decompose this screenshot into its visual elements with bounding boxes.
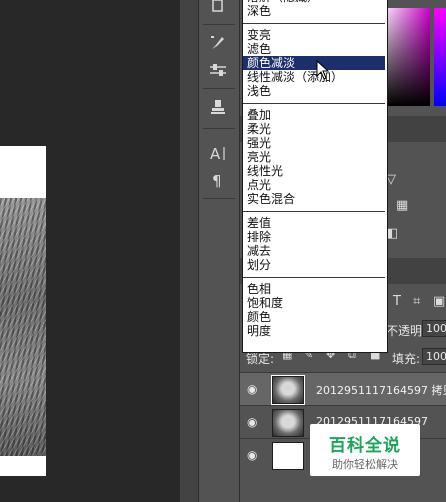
svg-text:¶: ¶ xyxy=(212,172,222,188)
visibility-eye-icon[interactable]: ◉ xyxy=(247,382,257,396)
layer-name: 2012951117164597 拷贝 xyxy=(316,384,446,397)
blend-mode-option[interactable]: 实色混合 xyxy=(243,192,385,206)
shape-filter-icon[interactable]: ⌗ xyxy=(413,294,420,309)
blend-mode-option[interactable]: 线性减淡（添加） xyxy=(243,70,385,84)
visibility-eye-icon[interactable]: ◉ xyxy=(247,415,257,429)
blend-mode-option[interactable]: 亮光 xyxy=(243,150,385,164)
blend-mode-option[interactable]: 线性光 xyxy=(243,164,385,178)
clone-stamp-icon[interactable] xyxy=(207,97,229,117)
blend-mode-option[interactable]: 颜色减淡 xyxy=(243,56,385,70)
grid-icon[interactable]: ▦ xyxy=(396,198,408,213)
fill-label: 填充: xyxy=(392,352,421,366)
fill-input[interactable]: 100% xyxy=(422,348,446,365)
photo-image xyxy=(0,198,46,456)
smart-object-filter-icon[interactable]: ▣ xyxy=(433,294,445,309)
panel-gutter xyxy=(180,0,198,502)
layer-thumbnail xyxy=(272,409,304,437)
layer-thumbnail xyxy=(272,442,304,470)
watermark-logo: 百科全说 助你轻松解决 xyxy=(310,424,420,476)
brush-preset-icon[interactable] xyxy=(207,60,229,80)
blend-mode-option[interactable]: 变亮 xyxy=(243,28,385,42)
menu-separator xyxy=(243,211,385,212)
layer-row[interactable]: ◉ 2012951117164597 拷贝 xyxy=(240,372,446,405)
menu-separator xyxy=(243,277,385,278)
blend-mode-option[interactable]: 叠加 xyxy=(243,108,385,122)
blend-mode-option[interactable]: 明度 xyxy=(243,324,385,338)
layer-thumbnail xyxy=(271,375,305,405)
hue-slider[interactable] xyxy=(434,8,446,106)
blend-mode-option[interactable]: 排除 xyxy=(243,230,385,244)
brush-icon[interactable] xyxy=(207,33,229,53)
blend-mode-option[interactable]: 点光 xyxy=(243,178,385,192)
blend-mode-option[interactable]: 色相 xyxy=(243,282,385,296)
blend-mode-option[interactable]: 柔光 xyxy=(243,122,385,136)
tool-strip: A ¶ xyxy=(198,0,240,502)
watermark-title: 百科全说 xyxy=(329,436,401,456)
blend-mode-option[interactable]: 滤色 xyxy=(243,42,385,56)
blend-mode-option[interactable]: 深色 xyxy=(243,4,385,18)
blend-mode-option[interactable]: 饱和度 xyxy=(243,296,385,310)
blend-mode-dropdown[interactable]: 溶解（隐藏）深色变亮滤色颜色减淡线性减淡（添加）浅色叠加柔光强光亮光线性光点光实… xyxy=(242,0,388,353)
svg-text:A: A xyxy=(210,145,221,161)
blend-mode-option[interactable]: 划分 xyxy=(243,258,385,272)
blend-mode-option[interactable]: 颜色 xyxy=(243,310,385,324)
opacity-input[interactable]: 100% xyxy=(422,320,446,337)
character-panel-icon[interactable]: A xyxy=(207,143,229,163)
blend-mode-option[interactable]: 强光 xyxy=(243,136,385,150)
blend-mode-option[interactable]: 差值 xyxy=(243,216,385,230)
history-icon[interactable] xyxy=(207,0,229,16)
blend-mode-option[interactable]: 浅色 xyxy=(243,84,385,98)
visibility-eye-icon[interactable]: ◉ xyxy=(247,448,257,462)
watermark-subtitle: 助你轻松解决 xyxy=(332,458,398,471)
type-filter-icon[interactable]: T xyxy=(393,294,401,309)
blend-mode-option[interactable]: 减去 xyxy=(243,244,385,258)
mouse-cursor-icon xyxy=(316,59,330,83)
menu-separator xyxy=(243,103,385,104)
menu-separator xyxy=(243,23,385,24)
paragraph-panel-icon[interactable]: ¶ xyxy=(207,170,229,190)
